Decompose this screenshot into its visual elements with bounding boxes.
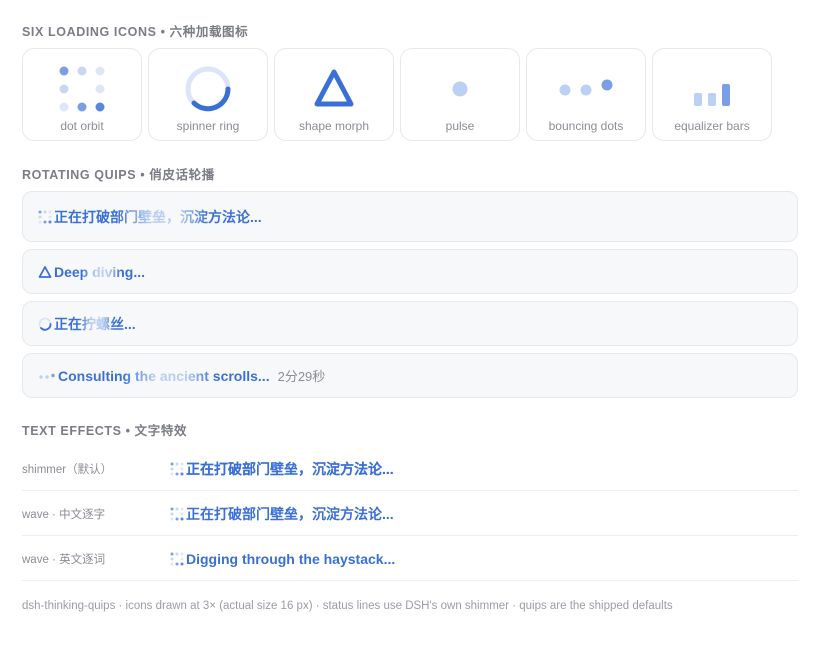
effect-sample-text: 正在打破部门壁垒，沉淀方法论...	[186, 505, 394, 522]
dot-orbit-icon	[170, 507, 184, 520]
section-title-quips: ROTATING QUIPS • 俏皮话轮播	[22, 168, 215, 182]
quip-text: 正在打破部门壁垒，沉淀方法论...	[54, 208, 262, 225]
icon-card-label: shape morph	[298, 119, 370, 133]
dot-orbit-icon	[38, 210, 52, 223]
icon-card-label: bouncing dots	[548, 119, 624, 133]
icon-card-dot-orbit: dot orbit	[22, 48, 142, 141]
effect-label: wave · 英文逐词	[22, 553, 106, 566]
footer-note: dsh-thinking-quips · icons drawn at 3× (…	[22, 600, 673, 612]
icon-card-label: spinner ring	[176, 119, 240, 133]
effect-label: wave · 中文逐字	[22, 508, 106, 521]
bouncing-dots-icon	[559, 79, 613, 96]
bouncing-dots-icon	[39, 373, 55, 379]
elapsed-time: 2分29秒	[277, 369, 326, 384]
pulse-icon	[452, 81, 468, 97]
shape-morph-icon	[38, 265, 52, 278]
icon-card-equalizer-bars: equalizer bars	[652, 48, 772, 141]
section-title-icons: SIX LOADING ICONS • 六种加载图标	[22, 25, 249, 39]
dot-orbit-icon	[170, 462, 184, 475]
quip-text: Consulting the ancient scrolls...	[58, 367, 270, 384]
icon-card-pulse: pulse	[400, 48, 520, 141]
icon-card-bouncing-dots: bouncing dots	[526, 48, 646, 141]
dot-orbit-icon	[170, 552, 184, 565]
icon-card-shape-morph: shape morph	[274, 48, 394, 141]
icon-card-label: equalizer bars	[674, 119, 750, 133]
spinner-ring-icon	[185, 66, 231, 112]
icon-card-spinner-ring: spinner ring	[148, 48, 268, 141]
icon-card-row: dot orbit spinner ring shape morph pulse…	[22, 48, 772, 141]
quip-line: Deep diving...	[22, 249, 798, 294]
effect-row: wave · 英文逐词 Digging through the haystack…	[22, 537, 798, 581]
effect-sample-text: Digging through the haystack...	[186, 550, 396, 567]
dot-orbit-icon	[59, 66, 105, 112]
section-title-effects: TEXT EFFECTS • 文字特效	[22, 424, 188, 438]
effect-row: wave · 中文逐字 正在打破部门壁垒，沉淀方法论...	[22, 492, 798, 536]
quip-line: Consulting the ancient scrolls... 2分29秒	[22, 353, 798, 398]
quip-line: 正在拧螺丝...	[22, 301, 798, 346]
shape-morph-icon	[314, 69, 354, 107]
effect-row: shimmer（默认） 正在打破部门壁垒，沉淀方法论...	[22, 447, 798, 491]
effect-sample-text: 正在打破部门壁垒，沉淀方法论...	[186, 460, 394, 477]
spinner-ring-icon	[38, 317, 52, 331]
quip-text: Deep diving...	[54, 263, 146, 280]
icon-card-label: dot orbit	[60, 119, 104, 133]
effect-label: shimmer（默认）	[22, 463, 113, 476]
quip-text: 正在拧螺丝...	[54, 315, 136, 332]
demo-page: SIX LOADING ICONS • 六种加载图标 dot orbit spi…	[0, 0, 820, 650]
quip-line: 正在打破部门壁垒，沉淀方法论...	[22, 191, 798, 242]
equalizer-bars-icon	[694, 84, 730, 106]
icon-card-label: pulse	[445, 119, 475, 133]
